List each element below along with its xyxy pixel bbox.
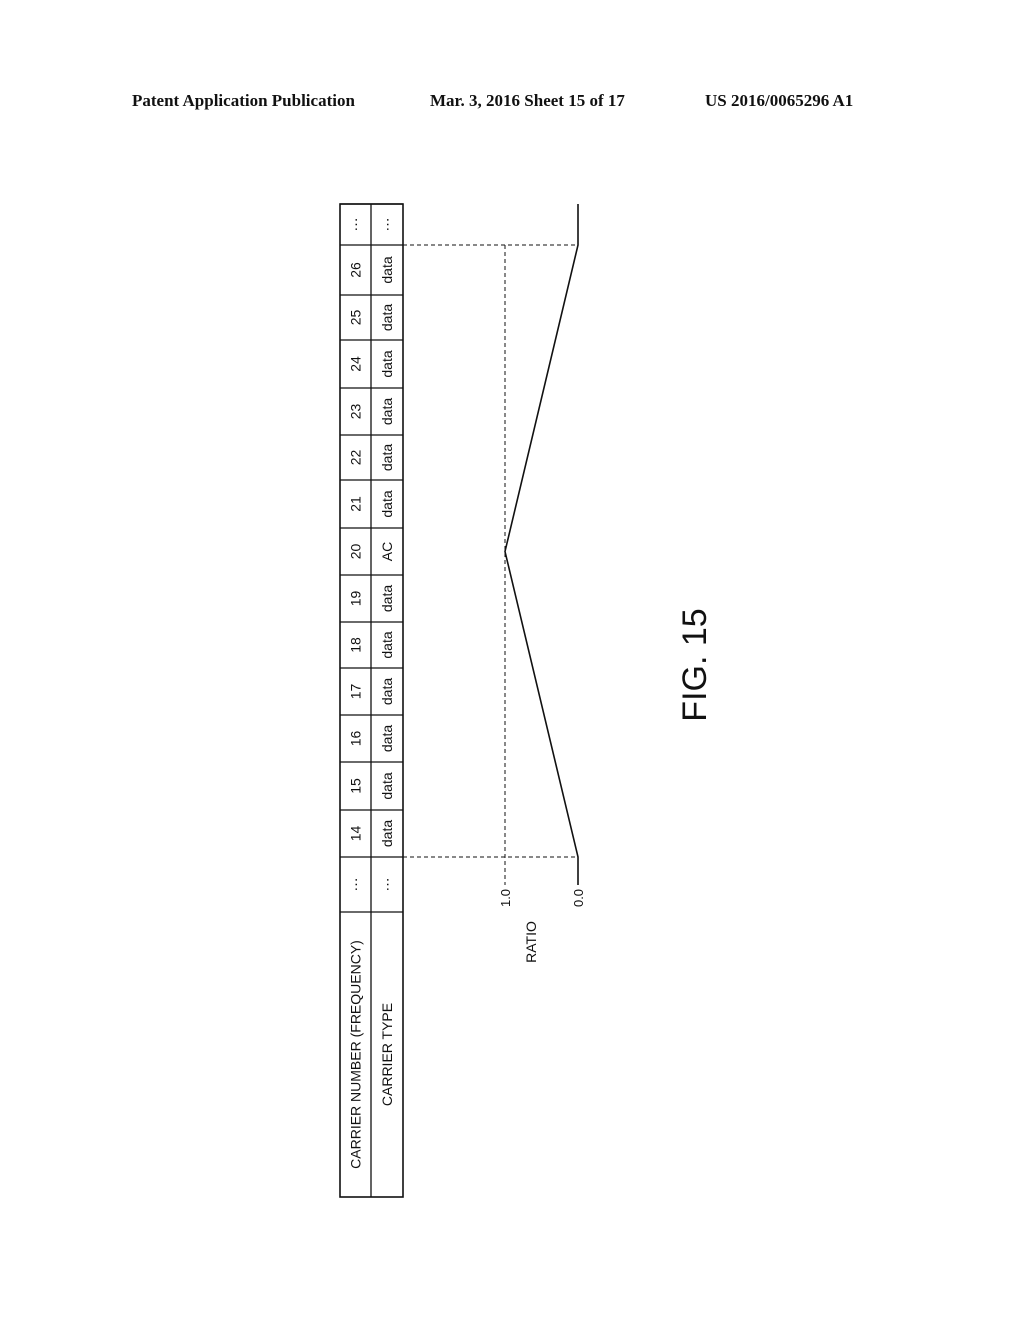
- ellipsis-cell: ⋯: [348, 878, 364, 892]
- ellipsis-cell: ⋯: [348, 218, 364, 232]
- ellipsis-cell: ⋯: [379, 218, 395, 232]
- carrier-number-cell: 24: [348, 356, 364, 372]
- carrier-type-cell: data: [379, 631, 395, 658]
- carrier-type-cell: data: [379, 725, 395, 752]
- carrier-type-cell: data: [379, 304, 395, 331]
- carrier-type-cell: data: [379, 772, 395, 799]
- carrier-number-cell: 18: [348, 637, 364, 653]
- carrier-number-cell: 21: [348, 496, 364, 512]
- carrier-number-cell: 16: [348, 731, 364, 747]
- carrier-number-cell: 23: [348, 404, 364, 420]
- carrier-table: CARRIER NUMBER (FREQUENCY) CARRIER TYPE ⋯ ⋯…: [339, 203, 404, 1198]
- tick-label-0: 0.0: [571, 889, 586, 907]
- carrier-number-cell: 26: [348, 262, 364, 278]
- carrier-type-cell: data: [379, 820, 395, 847]
- row-header-carrier-type: CARRIER TYPE: [379, 1003, 395, 1106]
- ellipsis-cell: ⋯: [379, 878, 395, 892]
- carrier-number-cell: 15: [348, 778, 364, 794]
- carrier-type-cell: data: [379, 256, 395, 283]
- carrier-type-cell: data: [379, 678, 395, 705]
- carrier-number-cell: 17: [348, 684, 364, 700]
- figure-label: FIG. 15: [676, 608, 714, 721]
- carrier-type-cell: AC: [379, 542, 395, 561]
- figure-15: CARRIER NUMBER (FREQUENCY) CARRIER TYPE ⋯ ⋯…: [339, 203, 714, 1198]
- carrier-type-cell: data: [379, 585, 395, 612]
- carrier-type-cell: data: [379, 350, 395, 377]
- carrier-type-cell: data: [379, 398, 395, 425]
- tick-label-1: 1.0: [498, 889, 513, 907]
- carrier-number-cell: 22: [348, 450, 364, 466]
- row-header-carrier-number: CARRIER NUMBER (FREQUENCY): [348, 940, 364, 1169]
- carrier-type-cell: data: [379, 444, 395, 471]
- ratio-plot: 0.0 1.0 RATIO: [403, 204, 586, 963]
- ratio-axis-label: RATIO: [523, 921, 539, 963]
- carrier-number-cell: 20: [348, 544, 364, 560]
- carrier-number-cell: 14: [348, 826, 364, 842]
- carrier-type-cell: data: [379, 490, 395, 517]
- ratio-profile-line: [504, 204, 579, 885]
- carrier-number-cell: 19: [348, 591, 364, 607]
- carrier-number-cell: 25: [348, 310, 364, 326]
